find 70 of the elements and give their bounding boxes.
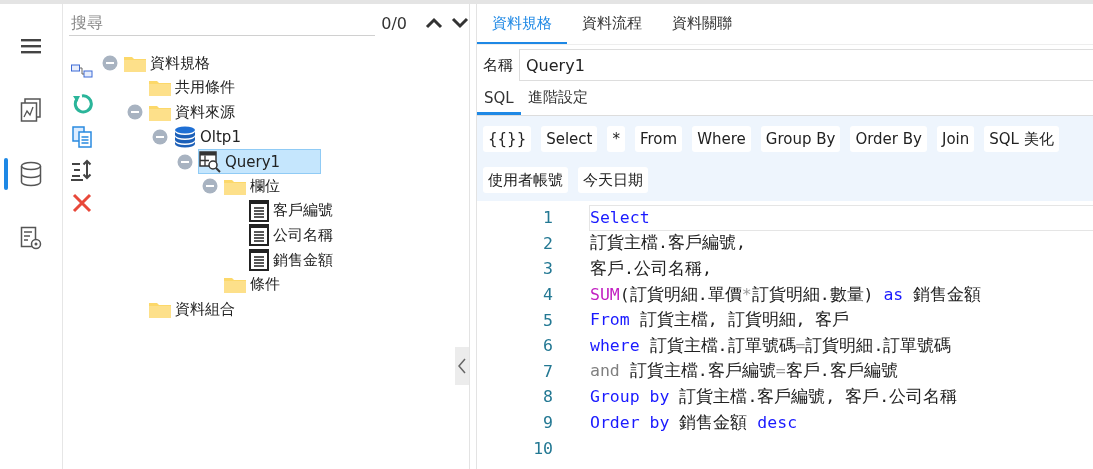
tree-node[interactable]: 資料組合 <box>148 296 238 322</box>
tree-node[interactable]: Query1 <box>198 149 322 175</box>
folder-icon <box>149 104 171 121</box>
folder-icon <box>149 79 171 97</box>
field-document-icon <box>249 199 269 222</box>
line-number: 7 <box>542 361 554 381</box>
line-number: 2 <box>542 233 554 253</box>
line-number: 9 <box>542 413 554 433</box>
line-number: 10 <box>532 438 554 458</box>
tab[interactable]: 資料規格 <box>477 4 567 44</box>
sort-icon[interactable] <box>70 158 93 181</box>
line-number: 1 <box>542 208 554 228</box>
line-number: 5 <box>542 310 554 330</box>
tree-node[interactable]: 銷售金額 <box>248 247 336 273</box>
code-line: Order by 銷售金額 desc <box>589 411 799 434</box>
database-icon <box>174 126 196 149</box>
copy-icon[interactable] <box>71 125 92 148</box>
folder-icon <box>224 177 246 195</box>
snippet-button[interactable]: Group By <box>760 126 841 152</box>
tab[interactable]: 進階設定 <box>520 83 595 115</box>
snippet-button[interactable]: 使用者帳號 <box>483 167 568 193</box>
line-number: 8 <box>542 387 554 407</box>
settings-document-icon[interactable] <box>20 226 42 250</box>
code-line: Group by 訂貨主檔.客戶編號, 客戶.公司名稱 <box>589 385 959 408</box>
chart-document-icon[interactable] <box>20 98 42 122</box>
line-number: 4 <box>542 285 554 305</box>
code-line: 訂貨主檔.客戶編號, <box>589 232 747 255</box>
tree-node[interactable]: 資料來源 <box>148 100 238 125</box>
current-line: Select <box>589 204 1093 231</box>
snippet-button[interactable]: {{}} <box>483 126 532 152</box>
tab[interactable]: 資料關聯 <box>657 4 747 44</box>
tree-node[interactable]: 欄位 <box>223 173 283 199</box>
snippet-button[interactable]: Where <box>692 126 751 152</box>
field-document-icon <box>249 224 269 247</box>
tree-node[interactable]: 公司名稱 <box>248 222 336 248</box>
snippet-button[interactable]: * <box>607 126 625 152</box>
database-icon[interactable] <box>20 161 42 187</box>
tree-node[interactable]: 資料規格 <box>123 50 213 76</box>
snippet-button[interactable]: Order By <box>850 126 927 152</box>
table-search-icon <box>199 150 221 173</box>
delete-icon[interactable] <box>71 191 92 214</box>
chevron-down-icon[interactable] <box>451 17 469 29</box>
line-number: 6 <box>542 336 554 356</box>
tab[interactable]: 資料流程 <box>567 4 657 44</box>
menu-icon[interactable] <box>21 38 41 54</box>
collapse-handle[interactable] <box>455 347 469 385</box>
code-line: where 訂貨主檔.訂單號碼=訂貨明細.訂單號碼 <box>589 334 953 357</box>
field-label: 名稱 <box>483 55 513 75</box>
tree-node[interactable]: 客戶編號 <box>248 198 336 224</box>
snippet-button[interactable]: Select <box>541 126 598 152</box>
code-line: 客戶.公司名稱, <box>589 258 713 280</box>
tree-node[interactable]: 條件 <box>223 272 283 298</box>
snippet-button[interactable]: SQL 美化 <box>984 126 1059 152</box>
code-line: SUM(訂貨明細.單價*訂貨明細.數量) as 銷售金額 <box>589 283 983 306</box>
snippet-button[interactable]: Join <box>936 126 975 152</box>
field-document-icon <box>249 249 269 272</box>
tree-node[interactable]: Oltp1 <box>173 124 244 150</box>
refresh-icon[interactable] <box>70 92 93 115</box>
tree-node[interactable]: 共用條件 <box>148 75 238 101</box>
folder-icon <box>149 300 171 318</box>
snippet-button[interactable]: 今天日期 <box>578 167 648 193</box>
chevron-up-icon[interactable] <box>425 17 443 29</box>
folder-icon <box>224 276 246 294</box>
code-line: and 訂貨主檔.客戶編號=客戶.客戶編號 <box>589 360 899 383</box>
snippet-button[interactable]: From <box>634 126 683 152</box>
code-line: From 訂貨主檔, 訂貨明細, 客戶 <box>589 309 851 332</box>
match-count: 0/0 <box>381 13 407 33</box>
name-field[interactable]: Query1 <box>519 49 1093 81</box>
folder-icon <box>124 54 146 72</box>
line-number: 3 <box>542 259 554 279</box>
